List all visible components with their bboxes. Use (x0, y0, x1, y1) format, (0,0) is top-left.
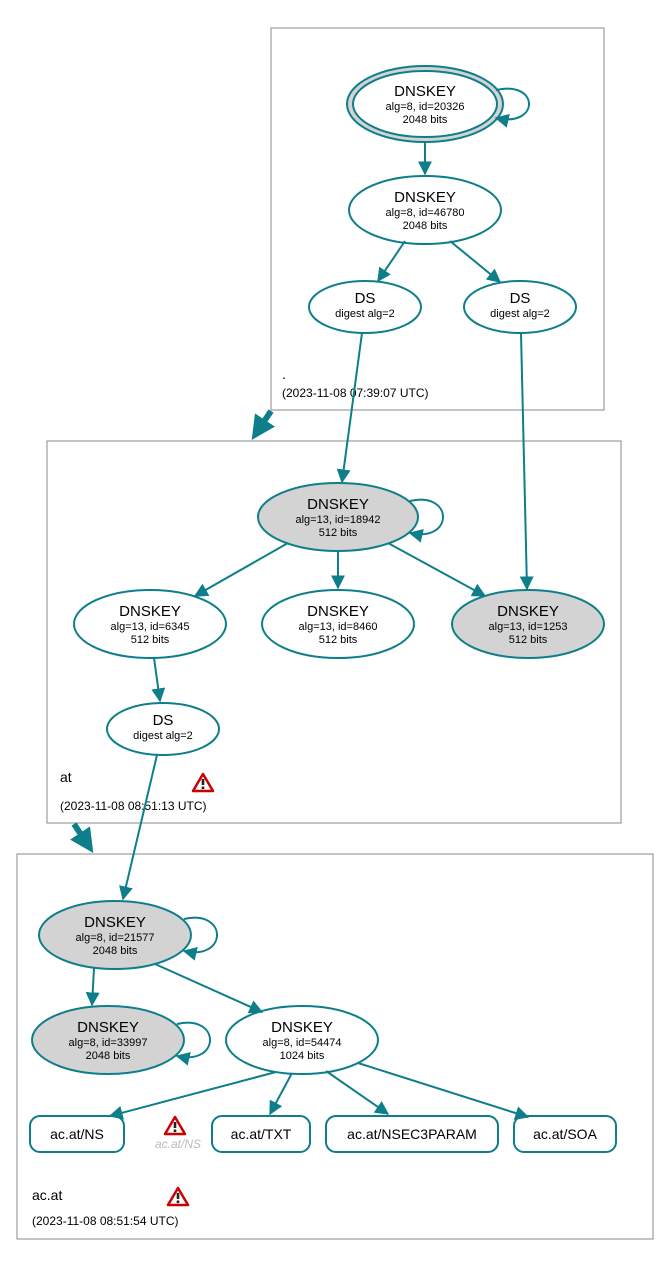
edge-ack2-soa (358, 1063, 528, 1117)
ac-k2-alg: alg=8, id=54474 (263, 1037, 342, 1049)
warn-icon-ghost (165, 1117, 185, 1134)
edge-acksk-k2 (155, 964, 262, 1012)
ac-k1-title: DNSKEY (77, 1019, 139, 1036)
ac-ksk-title: DNSKEY (84, 914, 146, 931)
ac-k2-title: DNSKEY (271, 1019, 333, 1036)
at-k2-title: DNSKEY (307, 603, 369, 620)
node-at-k3: DNSKEY alg=13, id=1253 512 bits (452, 590, 604, 658)
node-ac-k1: DNSKEY alg=8, id=33997 2048 bits (32, 1006, 184, 1074)
edge-ack2-txt (270, 1073, 292, 1114)
rr-ns-label: ac.at/NS (50, 1126, 104, 1142)
root-zsk-bits: 2048 bits (403, 220, 448, 232)
rr-txt-label: ac.at/TXT (231, 1126, 292, 1142)
root-zsk-alg: alg=8, id=46780 (386, 207, 465, 219)
root-ksk-alg: alg=8, id=20326 (386, 101, 465, 113)
root-ds1-alg: digest alg=2 (335, 308, 395, 320)
ac-k1-bits: 2048 bits (86, 1050, 131, 1062)
ac-ksk-alg: alg=8, id=21577 (76, 932, 155, 944)
edge-atksk-k1 (195, 543, 288, 596)
edge-atk1-ds (154, 658, 160, 701)
zone-at-label: at (60, 769, 72, 785)
ac-ksk-bits: 2048 bits (93, 945, 138, 957)
root-ds2-alg: digest alg=2 (490, 308, 550, 320)
node-at-ksk: DNSKEY alg=13, id=18942 512 bits (258, 483, 418, 551)
root-ds2-title: DS (510, 290, 531, 307)
node-root-ds2: DS digest alg=2 (464, 281, 576, 333)
node-root-ksk: DNSKEY alg=8, id=20326 2048 bits (347, 66, 503, 142)
node-at-k2: DNSKEY alg=13, id=8460 512 bits (262, 590, 414, 658)
edge-ack2-ns (110, 1072, 276, 1116)
at-ksk-bits: 512 bits (319, 527, 358, 539)
rr-soa-label: ac.at/SOA (533, 1126, 597, 1142)
rr-ns: ac.at/NS (30, 1116, 124, 1152)
rr-n3p-label: ac.at/NSEC3PARAM (347, 1126, 477, 1142)
edge-ack2-n3p (326, 1071, 388, 1114)
edge-root-zsk-ds1 (378, 241, 405, 281)
at-k3-bits: 512 bits (509, 634, 548, 646)
at-k3-title: DNSKEY (497, 603, 559, 620)
zone-at-ts: (2023-11-08 08:51:13 UTC) (60, 799, 207, 813)
zone-acat-label: ac.at (32, 1187, 62, 1203)
at-ksk-title: DNSKEY (307, 496, 369, 513)
warn-icon-acat (168, 1188, 188, 1205)
rr-txt: ac.at/TXT (212, 1116, 310, 1152)
node-at-k1: DNSKEY alg=13, id=6345 512 bits (74, 590, 226, 658)
rr-soa: ac.at/SOA (514, 1116, 616, 1152)
node-ac-k2: DNSKEY alg=8, id=54474 1024 bits (226, 1006, 378, 1074)
zone-acat-ts: (2023-11-08 08:51:54 UTC) (32, 1214, 179, 1228)
root-ksk-bits: 2048 bits (403, 114, 448, 126)
edge-atds-to-acksk (123, 755, 157, 899)
at-ds-alg: digest alg=2 (133, 730, 193, 742)
root-ksk-title: DNSKEY (394, 83, 456, 100)
zone-root-label: . (282, 366, 286, 382)
at-k1-title: DNSKEY (119, 603, 181, 620)
at-ds-title: DS (153, 712, 174, 729)
edge-at-to-acat (74, 824, 88, 845)
at-ksk-alg: alg=13, id=18942 (295, 514, 380, 526)
edge-ds2-to-atk3 (521, 333, 527, 589)
edge-ds1-to-atksk (342, 333, 362, 482)
ghost-ns: ac.at/NS (155, 1137, 201, 1151)
edge-atksk-k3 (388, 543, 485, 596)
edge-root-to-at (257, 411, 271, 432)
at-k1-bits: 512 bits (131, 634, 170, 646)
node-ac-ksk: DNSKEY alg=8, id=21577 2048 bits (39, 901, 191, 969)
root-zsk-title: DNSKEY (394, 189, 456, 206)
edge-root-zsk-ds2 (450, 241, 500, 282)
ac-k2-bits: 1024 bits (280, 1050, 325, 1062)
rr-n3p: ac.at/NSEC3PARAM (326, 1116, 498, 1152)
at-k3-alg: alg=13, id=1253 (489, 621, 568, 633)
node-root-zsk: DNSKEY alg=8, id=46780 2048 bits (349, 176, 501, 244)
at-k2-bits: 512 bits (319, 634, 358, 646)
root-ds1-title: DS (355, 290, 376, 307)
node-at-ds: DS digest alg=2 (107, 703, 219, 755)
edge-acksk-k1 (92, 968, 94, 1005)
at-k2-alg: alg=13, id=8460 (299, 621, 378, 633)
at-k1-alg: alg=13, id=6345 (111, 621, 190, 633)
warn-icon-at (193, 774, 213, 791)
node-root-ds1: DS digest alg=2 (309, 281, 421, 333)
ac-k1-alg: alg=8, id=33997 (69, 1037, 148, 1049)
